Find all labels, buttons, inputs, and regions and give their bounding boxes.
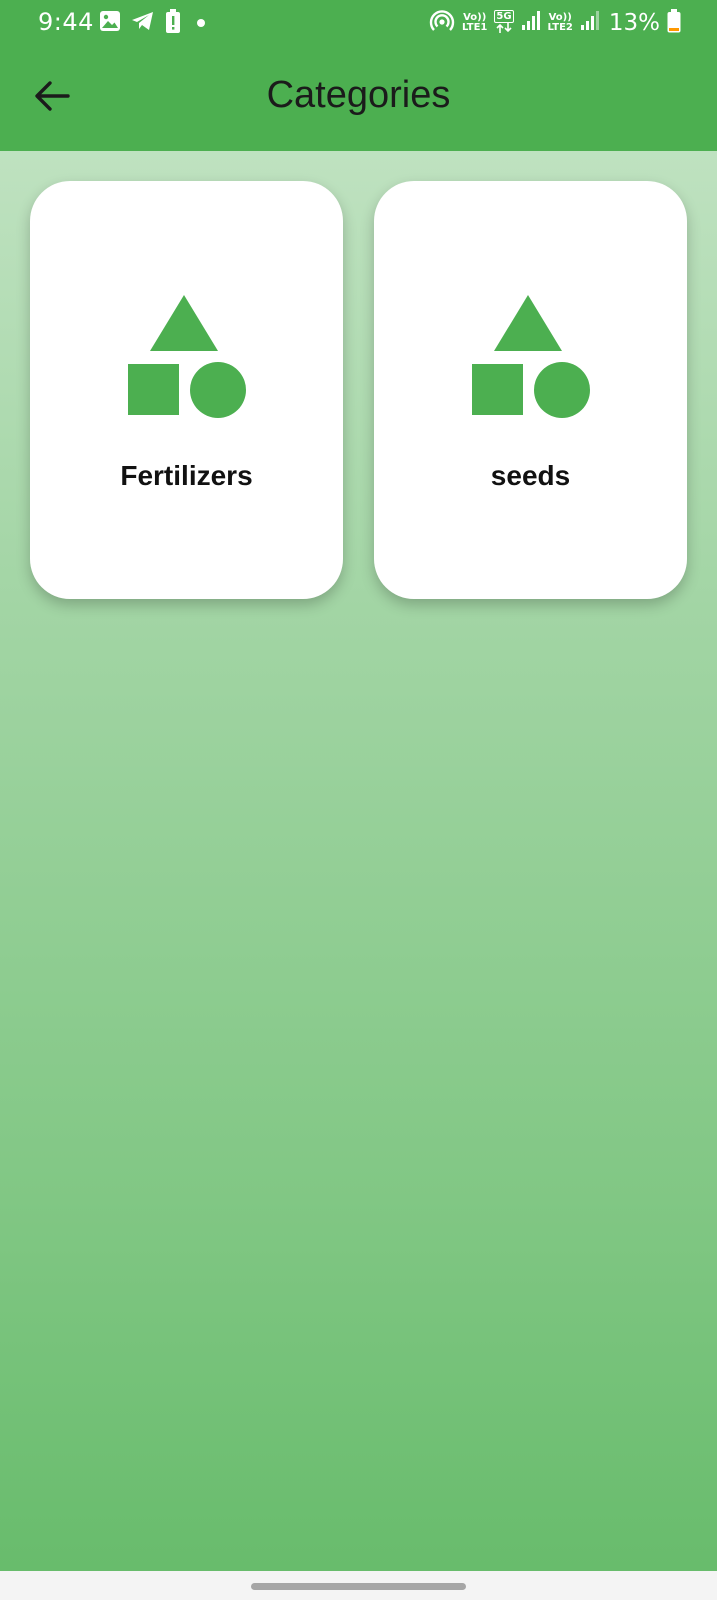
status-right-icons: Vo)) LTE1 5G Vo)) LTE2 13% (429, 8, 681, 38)
category-card-seeds[interactable]: seeds (374, 181, 687, 599)
app-header: 9:44 Vo)) LTE1 5G Vo)) LTE2 13% Categori… (0, 0, 717, 151)
volte2-bottom: LTE2 (547, 22, 573, 33)
battery-alert-icon (165, 9, 181, 37)
volte1-indicator: Vo)) LTE1 (462, 13, 487, 33)
hotspot-icon (429, 9, 455, 37)
signal-icon (521, 10, 541, 36)
network-5g-label: 5G (494, 10, 514, 23)
volte1-bottom: LTE1 (462, 22, 488, 33)
network-5g-indicator: 5G (494, 10, 514, 36)
category-label: Fertilizers (120, 460, 253, 491)
battery-percentage: 13% (608, 10, 660, 36)
data-arrows-icon (496, 23, 512, 36)
category-shapes-icon (128, 295, 248, 425)
category-label: seeds (490, 460, 571, 491)
app-bar: Categories (0, 48, 717, 148)
status-left-icons (99, 9, 211, 37)
dot-icon (191, 14, 211, 33)
battery-icon (667, 9, 681, 37)
gallery-icon (99, 10, 121, 36)
page-title: Categories (266, 74, 451, 116)
screen: 9:44 Vo)) LTE1 5G Vo)) LTE2 13% Categori… (0, 0, 717, 1600)
status-time: 9:44 (38, 8, 94, 36)
telegram-icon (131, 10, 155, 36)
category-shapes-icon (472, 295, 592, 425)
navigation-bar (0, 1571, 717, 1600)
gesture-handle[interactable] (251, 1583, 466, 1590)
status-bar: 9:44 Vo)) LTE1 5G Vo)) LTE2 13% (0, 0, 717, 46)
category-card-fertilizers[interactable]: Fertilizers (30, 181, 343, 599)
volte2-indicator: Vo)) LTE2 (548, 13, 573, 33)
signal-2-icon (580, 10, 600, 36)
